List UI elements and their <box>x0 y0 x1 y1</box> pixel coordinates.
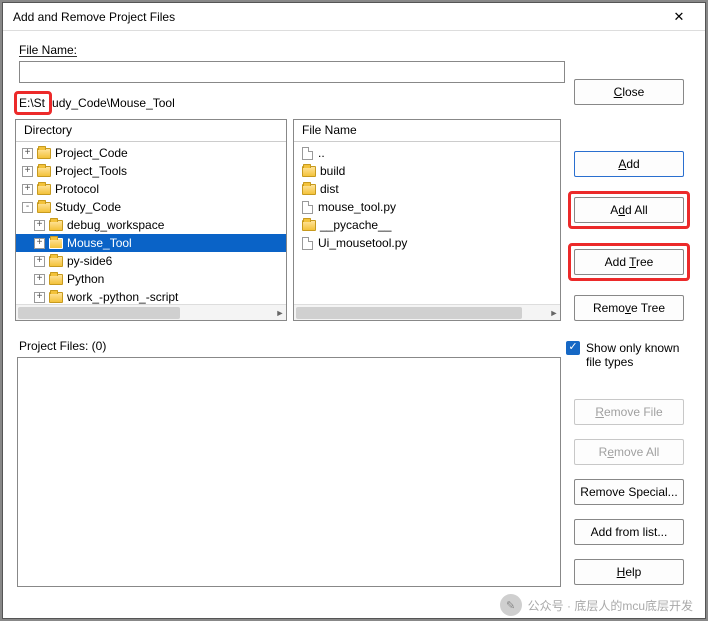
expand-icon[interactable]: + <box>34 238 45 249</box>
folder-icon <box>302 184 316 195</box>
file-list[interactable]: .. build dist mouse_tool.py __pycache__ Ui_mo… <box>294 142 560 304</box>
folder-icon <box>37 166 51 177</box>
file-item-label: .. <box>318 146 325 160</box>
scroll-thumb[interactable] <box>18 307 180 319</box>
tree-item[interactable]: + Project_Tools <box>16 162 286 180</box>
tree-item[interactable]: + py-side6 <box>16 252 286 270</box>
directory-header: Directory <box>16 120 286 142</box>
scroll-right-icon[interactable]: ► <box>274 307 286 319</box>
dialog-window: Add and Remove Project Files ✕ File Name… <box>2 2 706 619</box>
folder-icon <box>49 238 63 249</box>
tree-item-label: Protocol <box>55 182 99 196</box>
filelist-pane: File Name .. build dist mouse_tool.py __pyca… <box>293 119 561 321</box>
file-item-label: mouse_tool.py <box>318 200 396 214</box>
file-item-label: __pycache__ <box>320 218 391 232</box>
file-item[interactable]: mouse_tool.py <box>294 198 560 216</box>
file-name-label: File Name: <box>19 43 693 57</box>
tree-item[interactable]: + Mouse_Tool <box>16 234 286 252</box>
expand-icon[interactable]: + <box>34 256 45 267</box>
watermark: ✎ 公众号 · 底层人的mcu底层开发 <box>500 594 693 616</box>
help-button[interactable]: Help <box>574 559 684 585</box>
add-all-button[interactable]: Add All <box>574 197 684 223</box>
folder-icon <box>302 166 316 177</box>
show-known-types-label: Show only known file types <box>586 341 690 369</box>
tree-item-label: work_-python_-script <box>67 290 178 304</box>
directory-scrollbar-x[interactable]: ◄ ► <box>16 304 286 320</box>
folder-icon <box>49 292 63 303</box>
tree-item-label: py-side6 <box>67 254 112 268</box>
directory-pane: Directory + Project_Code + Project_Tools + Pr… <box>15 119 287 321</box>
titlebar: Add and Remove Project Files ✕ <box>3 3 705 31</box>
tree-item[interactable]: + Python <box>16 270 286 288</box>
tree-item-label: Python <box>67 272 104 286</box>
filelist-scrollbar-x[interactable]: ◄ ► <box>294 304 560 320</box>
expand-icon[interactable]: + <box>34 274 45 285</box>
collapse-icon[interactable]: - <box>22 202 33 213</box>
add-all-annotation: Add All <box>568 191 690 229</box>
filelist-header: File Name <box>294 120 560 142</box>
folder-icon <box>37 202 51 213</box>
file-item-label: Ui_mousetool.py <box>318 236 407 250</box>
tree-item[interactable]: + Project_Code <box>16 144 286 162</box>
file-item-label: dist <box>320 182 339 196</box>
file-item[interactable]: dist <box>294 180 560 198</box>
file-item[interactable]: __pycache__ <box>294 216 560 234</box>
folder-icon <box>49 274 63 285</box>
folder-icon <box>302 220 316 231</box>
remove-file-button[interactable]: Remove File <box>574 399 684 425</box>
tree-item[interactable]: + work_-python_-script <box>16 288 286 304</box>
tree-item[interactable]: - Study_Code <box>16 198 286 216</box>
remove-tree-button[interactable]: Remove Tree <box>574 295 684 321</box>
scroll-right-icon[interactable]: ► <box>548 307 560 319</box>
file-icon <box>302 201 313 214</box>
tree-item-label: Study_Code <box>55 200 121 214</box>
add-from-list-button[interactable]: Add from list... <box>574 519 684 545</box>
tree-item-label: Project_Code <box>55 146 128 160</box>
file-item[interactable]: .. <box>294 144 560 162</box>
dialog-content: File Name: E:\Study_Code\Mouse_Tool Dire… <box>3 31 705 618</box>
file-item[interactable]: build <box>294 162 560 180</box>
folder-icon <box>49 220 63 231</box>
folder-icon <box>49 256 63 267</box>
checkbox-checked-icon[interactable]: ✓ <box>566 341 580 355</box>
file-icon <box>302 237 313 250</box>
add-button[interactable]: Add <box>574 151 684 177</box>
add-tree-annotation: Add Tree <box>568 243 690 281</box>
project-files-list[interactable] <box>17 357 561 587</box>
remove-special-button[interactable]: Remove Special... <box>574 479 684 505</box>
scroll-thumb[interactable] <box>296 307 522 319</box>
tree-item-label: debug_workspace <box>67 218 164 232</box>
path-highlight-annotation: E:\St <box>14 91 52 115</box>
folder-icon <box>37 184 51 195</box>
show-known-types-row[interactable]: ✓ Show only known file types <box>566 341 690 369</box>
remove-all-button[interactable]: Remove All <box>574 439 684 465</box>
expand-icon[interactable]: + <box>22 148 33 159</box>
file-icon <box>302 147 313 160</box>
folder-icon <box>37 148 51 159</box>
add-tree-button[interactable]: Add Tree <box>574 249 684 275</box>
expand-icon[interactable]: + <box>34 220 45 231</box>
expand-icon[interactable]: + <box>34 292 45 303</box>
directory-list[interactable]: + Project_Code + Project_Tools + Protocol - Stu… <box>16 142 286 304</box>
window-title: Add and Remove Project Files <box>13 10 659 24</box>
close-button[interactable]: Close <box>574 79 684 105</box>
expand-icon[interactable]: + <box>22 184 33 195</box>
file-item-label: build <box>320 164 345 178</box>
wechat-icon: ✎ <box>500 594 522 616</box>
expand-icon[interactable]: + <box>22 166 33 177</box>
tree-item[interactable]: + Protocol <box>16 180 286 198</box>
button-column: Close Add Add All Add Tree Remove Tree ✓… <box>567 79 691 585</box>
tree-item[interactable]: + debug_workspace <box>16 216 286 234</box>
tree-item-label: Mouse_Tool <box>67 236 132 250</box>
file-name-input[interactable] <box>19 61 565 83</box>
close-icon[interactable]: ✕ <box>659 5 699 29</box>
file-item[interactable]: Ui_mousetool.py <box>294 234 560 252</box>
tree-item-label: Project_Tools <box>55 164 127 178</box>
